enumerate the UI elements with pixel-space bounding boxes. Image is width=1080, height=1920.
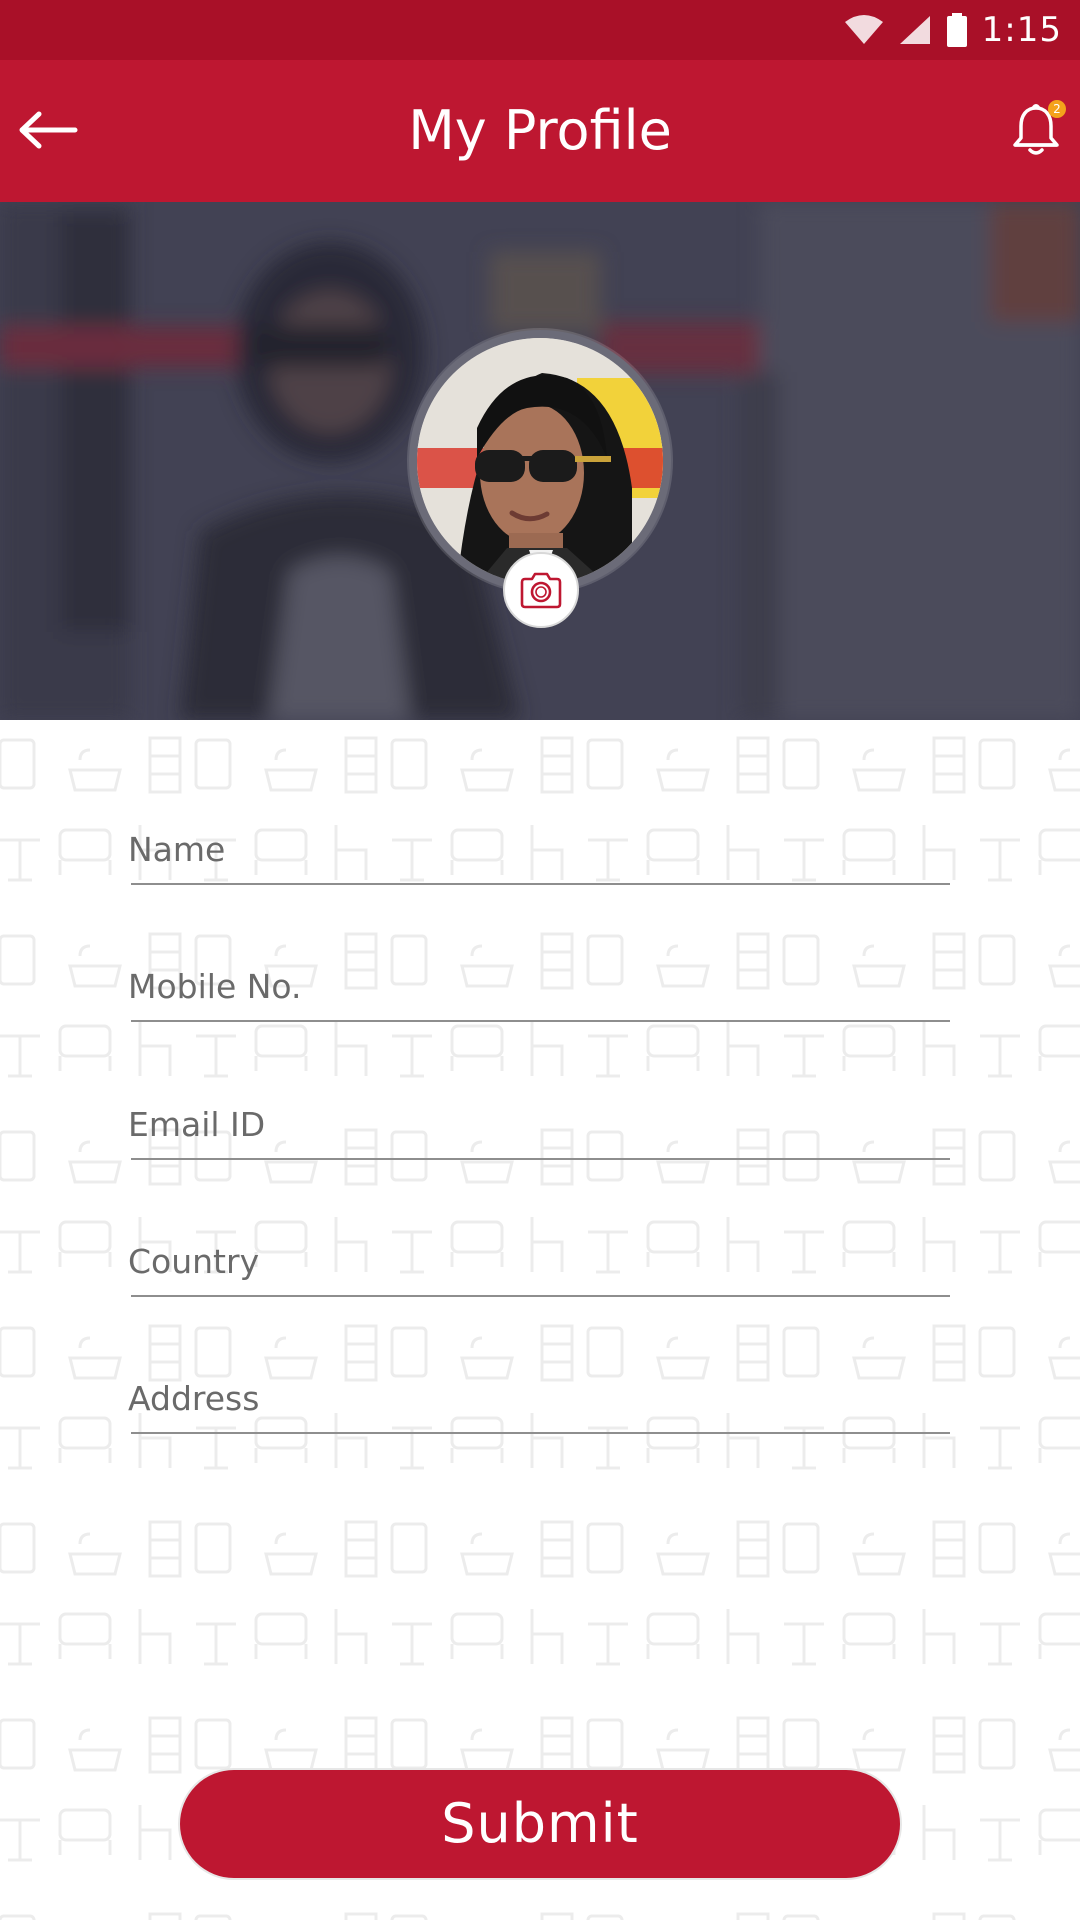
- country-field[interactable]: Country: [128, 1217, 950, 1297]
- status-icons: 1:15: [844, 0, 1062, 60]
- profile-header: [0, 202, 1080, 720]
- email-field[interactable]: Email ID: [128, 1080, 950, 1160]
- profile-form: Name Mobile No. Email ID Country Address: [0, 720, 1080, 1920]
- mobile-label: Mobile No.: [128, 967, 302, 1006]
- change-photo-button[interactable]: [503, 552, 579, 628]
- submit-button[interactable]: Submit: [178, 1768, 902, 1880]
- status-time: 1:15: [981, 10, 1062, 50]
- page-title: My Profile: [408, 99, 672, 162]
- name-field[interactable]: Name: [128, 805, 950, 885]
- camera-icon: [520, 572, 562, 609]
- address-field[interactable]: Address: [128, 1354, 950, 1434]
- email-underline: [131, 1158, 950, 1160]
- mobile-field[interactable]: Mobile No.: [128, 942, 950, 1022]
- avatar-photo: [417, 338, 663, 584]
- country-underline: [131, 1295, 950, 1297]
- wifi-icon: [844, 15, 883, 44]
- signal-icon: [899, 16, 930, 44]
- notifications-button[interactable]: 2: [1004, 98, 1068, 162]
- battery-icon: [946, 13, 967, 47]
- app-bar: My Profile 2: [0, 60, 1080, 202]
- name-underline: [131, 883, 950, 885]
- email-label: Email ID: [128, 1105, 266, 1144]
- country-label: Country: [128, 1242, 260, 1281]
- address-underline: [131, 1432, 950, 1434]
- name-label: Name: [128, 830, 226, 869]
- mobile-underline: [131, 1020, 950, 1022]
- address-label: Address: [128, 1379, 260, 1418]
- notification-badge: 2: [1048, 100, 1066, 118]
- furniture-pattern: [0, 720, 1080, 1920]
- status-bar: 1:15: [0, 0, 1080, 60]
- avatar[interactable]: [417, 338, 663, 584]
